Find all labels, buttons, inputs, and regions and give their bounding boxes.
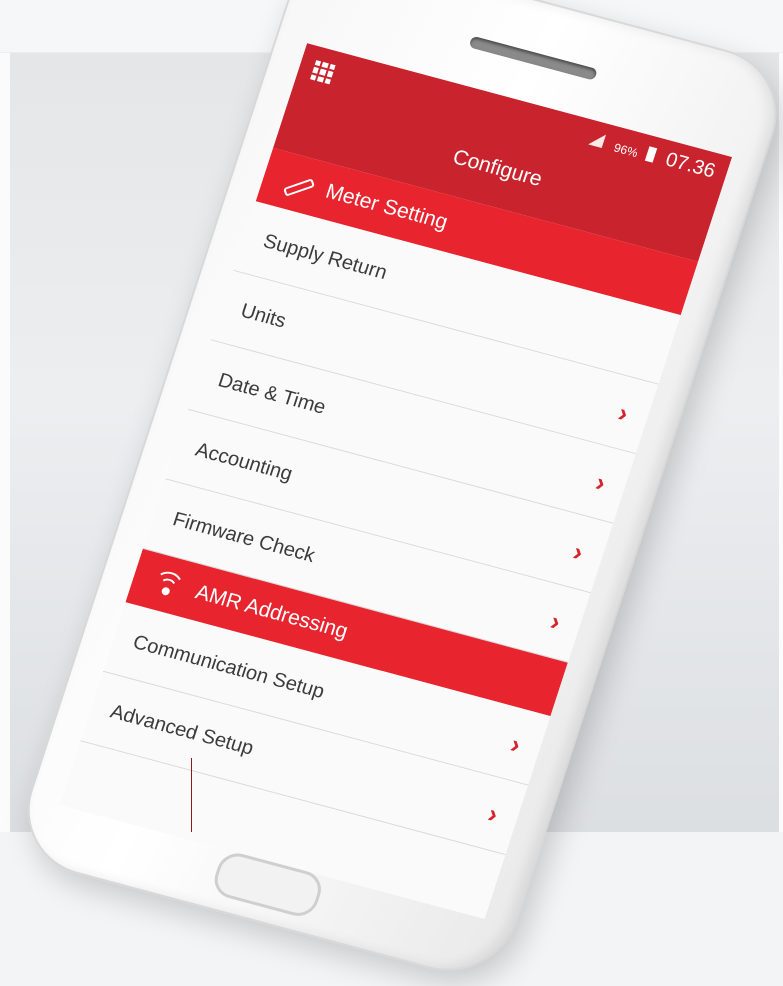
- list-item-label: Units: [238, 299, 289, 333]
- earpiece-speaker: [468, 35, 598, 81]
- battery-icon: [645, 146, 658, 163]
- battery-percent: 96%: [612, 140, 640, 161]
- apps-grid-icon[interactable]: [310, 60, 336, 85]
- wifi-icon: [146, 564, 189, 605]
- chevron-right-icon: ›: [547, 605, 565, 637]
- chevron-right-icon: ›: [484, 797, 503, 829]
- chevron-right-icon: ›: [614, 396, 633, 428]
- background-edge-left: [0, 53, 10, 832]
- wrench-icon: [277, 163, 320, 204]
- list-item-label: Supply Return: [260, 229, 390, 284]
- signal-icon: [588, 131, 607, 149]
- list-item-label: Firmware Check: [170, 507, 318, 567]
- chevron-right-icon: ›: [569, 535, 588, 567]
- list-item-label: Date & Time: [215, 368, 329, 419]
- background-edge-right: [779, 53, 783, 832]
- list-item-label: Advanced Setup: [107, 700, 257, 760]
- chevron-right-icon: ›: [592, 466, 610, 498]
- chevron-right-icon: ›: [507, 728, 525, 759]
- status-bar: 96% 07.36: [587, 128, 719, 183]
- list-item-label: Accounting: [192, 438, 296, 485]
- callout-line: [191, 758, 192, 832]
- clock: 07.36: [662, 148, 719, 183]
